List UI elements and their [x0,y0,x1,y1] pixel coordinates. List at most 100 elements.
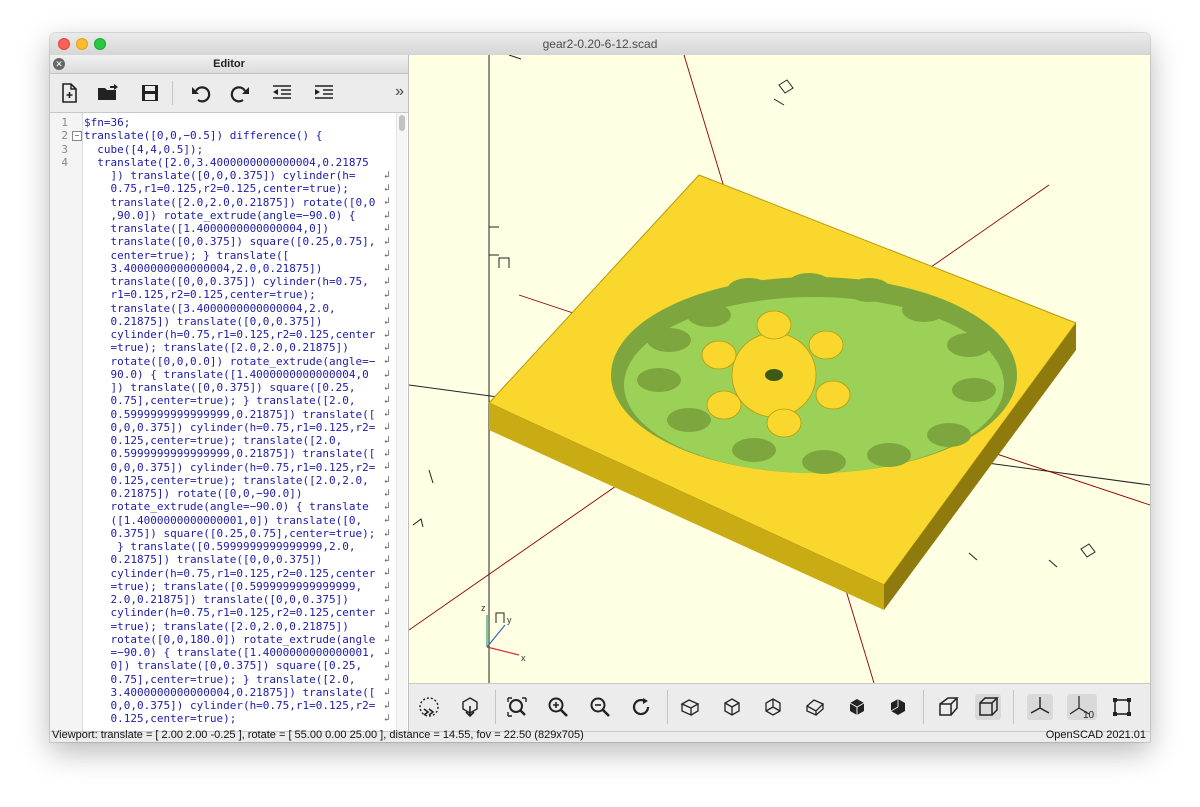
line-wrap-icon: ↲ [384,236,391,247]
view-all-icon[interactable] [504,694,530,720]
line-number: 1 [61,116,68,129]
code-line: 90.0) { translate([1.4000000000000004,0 [84,367,369,381]
3d-scene: z x y [409,55,1150,683]
code-line: 0,0,0.375]) cylinder(h=0.75,r1=0.125,r2= [84,420,376,434]
line-wrap-icon: ↲ [384,448,391,459]
editor-scrollbar-thumb[interactable] [399,115,405,131]
code-line: 2.0,0.21875]) translate([0,0,0.375]) [84,593,349,606]
code-line: translate([2.0,2.0,0.21875]) rotate([0,0 [84,195,376,209]
line-wrap-icon: ↲ [384,540,391,552]
code-line: r1=0.125,r2=0.125,center=true); [84,288,316,302]
line-wrap-icon: ↲ [384,183,391,194]
version-label: OpenSCAD 2021.01 [1045,729,1146,741]
code-line: 3.4000000000000004,0.21875]) translate([ [84,685,376,699]
editor-scrollbar[interactable] [396,113,407,731]
code-line: 3.4000000000000004,2.0,0.21875]) [84,261,323,275]
preview-render-icon[interactable] [416,694,442,720]
view-right-icon[interactable] [677,694,703,720]
status-bar: Viewport: translate = [ 2.00 2.00 -0.25 … [50,729,1150,742]
code-line: translate([1.4000000000000004,0]) [84,222,330,235]
line-wrap-icon: ↲ [384,289,391,300]
view-bottom-icon[interactable] [760,694,786,720]
line-wrap-icon: ↲ [384,514,391,526]
code-line: 0,0,0.375]) cylinder(h=0.75,r1=0.125,r2= [84,460,376,474]
code-line: 0.75],center=true); } translate([2.0, [84,394,356,408]
code-line: translate([2.0,3.4000000000000004,0.2187… [84,155,369,169]
reset-view-icon[interactable] [629,694,655,720]
code-line: $fn=36; [84,116,131,129]
code-line: 0.125,center=true); translate([2.0,2.0, [84,473,369,487]
code-line: 0.5999999999999999,0.21875]) translate([ [84,407,376,421]
line-wrap-icon: ↲ [384,434,391,446]
line-wrap-icon: ↲ [384,395,391,406]
undo-icon[interactable] [187,79,215,107]
code-line: =−90.0) { translate([1.4000000000000001, [84,646,376,659]
scale-label: 10 [1083,710,1095,720]
show-edges-icon[interactable] [1109,694,1135,720]
indent-icon[interactable] [310,79,338,107]
fold-toggle-icon[interactable]: − [72,131,82,142]
3d-viewport[interactable]: z x y [409,55,1150,683]
main-window: gear2-0.20-6-12.scad ✕ Editor » 1 $fn=36… [50,33,1150,742]
zoom-out-icon[interactable] [587,694,613,720]
show-scale-icon[interactable]: 10 [1067,694,1097,720]
new-file-icon[interactable] [55,79,83,107]
code-line: } translate([0.5999999999999999,2.0, [84,540,356,553]
title-bar: gear2-0.20-6-12.scad [50,33,1150,56]
view-left-icon[interactable] [802,694,828,720]
line-wrap-icon: ↲ [384,713,391,724]
code-line: ]) translate([0,0.375]) square([0.25, [84,381,356,394]
code-line: translate([0,0.375]) square([0.25,0.75], [84,235,376,249]
toolbar-separator [1013,690,1014,724]
save-icon[interactable] [136,79,164,107]
editor-toolbar: » [50,74,408,113]
view-front-icon[interactable] [844,694,870,720]
more-chevron-icon[interactable]: » [395,83,404,101]
editor-header: ✕ Editor [50,55,408,74]
toolbar-separator [172,81,173,105]
line-wrap-icon: ↲ [384,342,391,353]
line-wrap-icon: ↲ [384,580,391,592]
code-line: translate([0,0,−0.5]) difference() { [84,129,323,143]
editor-title: Editor [213,58,245,70]
open-folder-icon[interactable] [94,79,122,107]
line-wrap-icon: ↲ [384,646,391,658]
code-line: cylinder(h=0.75,r1=0.125,r2=0.125,center [84,328,376,341]
code-editor[interactable]: 1 $fn=36; 2− translate([0,0,−0.5]) differen… [50,113,408,731]
export-render-icon[interactable] [457,694,483,720]
line-wrap-icon: ↲ [384,474,391,486]
line-wrap-icon: ↲ [384,620,391,632]
line-number-gutter [50,113,83,731]
view-back-icon[interactable] [885,694,911,720]
code-line: 0.5999999999999999,0.21875]) translate([ [84,447,376,461]
code-line: ]) translate([0,0,0.375]) cylinder(h= [84,169,356,182]
redo-icon[interactable] [226,79,254,107]
orthogonal-icon[interactable] [975,694,1001,720]
line-wrap-icon: ↲ [384,699,391,711]
line-wrap-icon: ↲ [384,686,391,698]
line-wrap-icon: ↲ [384,355,391,367]
perspective-icon[interactable] [935,694,961,720]
code-line: rotate([0,0,180.0]) rotate_extrude(angle [84,632,376,646]
line-wrap-icon: ↲ [384,209,391,221]
view-top-icon[interactable] [719,694,745,720]
zoom-in-icon[interactable] [545,694,571,720]
line-wrap-icon: ↲ [384,275,391,287]
show-axes-icon[interactable] [1027,694,1053,720]
line-wrap-icon: ↲ [384,262,391,274]
line-wrap-icon: ↲ [384,593,391,605]
code-line: 0.75,r1=0.125,r2=0.125,center=true); [84,182,349,196]
unindent-icon[interactable] [268,79,296,107]
code-line: 0.75],center=true); } translate([2.0, [84,672,356,686]
code-line: center=true); } translate([ [84,248,290,262]
gear-hole [765,369,783,381]
line-wrap-icon: ↲ [384,461,391,473]
line-wrap-icon: ↲ [384,633,391,645]
code-line: =true); translate([2.0,2.0,0.21875]) [84,341,349,355]
code-line: rotate([0,0,0.0]) rotate_extrude(angle=− [84,354,376,368]
code-line: =true); translate([2.0,2.0,0.21875]) [84,619,349,633]
line-wrap-icon: ↲ [384,421,391,433]
code-line: 0.375]) square([0.25,0.75],center=true); [84,526,376,540]
window-title: gear2-0.20-6-12.scad [542,37,658,51]
code-line: cylinder(h=0.75,r1=0.125,r2=0.125,center [84,606,376,620]
